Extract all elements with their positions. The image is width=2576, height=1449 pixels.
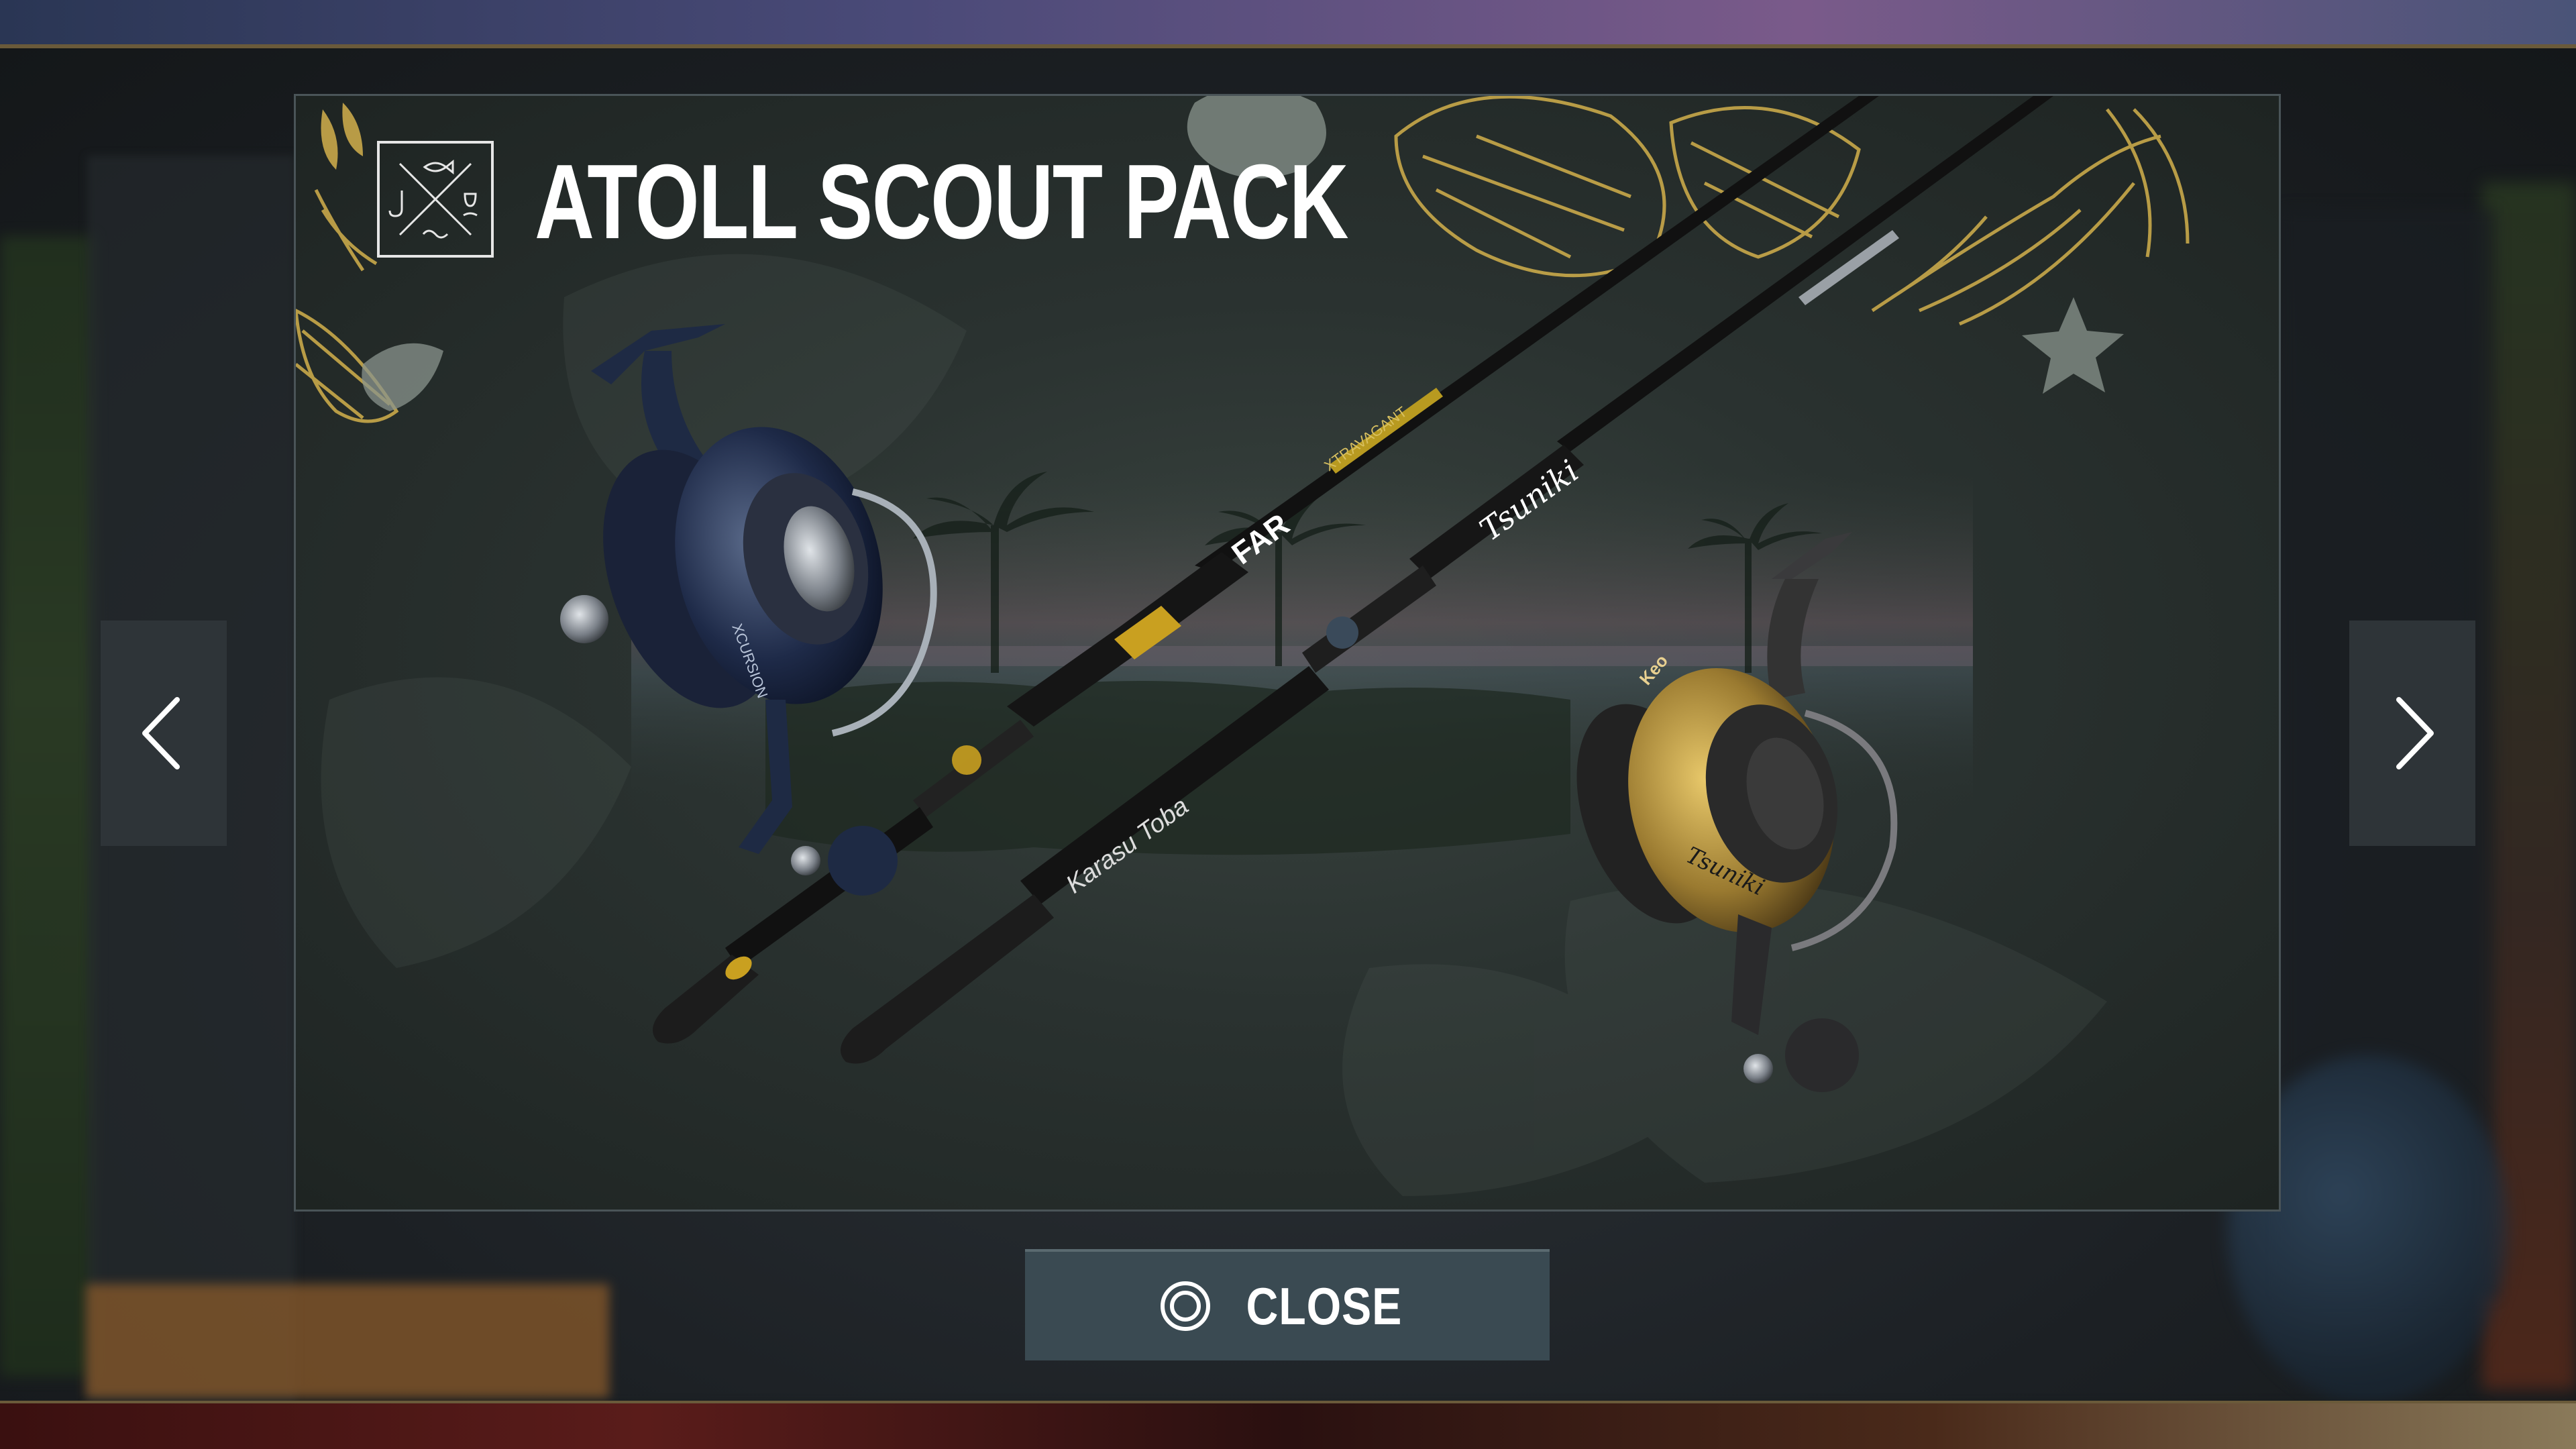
chevron-left-icon <box>142 697 180 769</box>
circle-button-icon <box>1161 1281 1211 1331</box>
close-button[interactable]: CLOSE <box>1025 1249 1550 1360</box>
game-screen: FAR XTRAVAGANT Tsuniki Karasu Toba XCURS… <box>0 0 2576 1449</box>
pack-title: ATOLL SCOUT PACK <box>535 143 1349 261</box>
next-button[interactable] <box>2349 621 2475 846</box>
close-button-label: CLOSE <box>1246 1276 1403 1336</box>
pack-artwork: FAR XTRAVAGANT Tsuniki Karasu Toba XCURS… <box>296 96 2190 1196</box>
blurred-travel-button <box>86 1284 609 1398</box>
pack-preview-dialog: FAR XTRAVAGANT Tsuniki Karasu Toba XCURS… <box>294 94 2281 1212</box>
chevron-right-icon <box>2396 697 2434 769</box>
previous-button[interactable] <box>101 621 227 846</box>
pack-brand-logo <box>377 141 494 258</box>
